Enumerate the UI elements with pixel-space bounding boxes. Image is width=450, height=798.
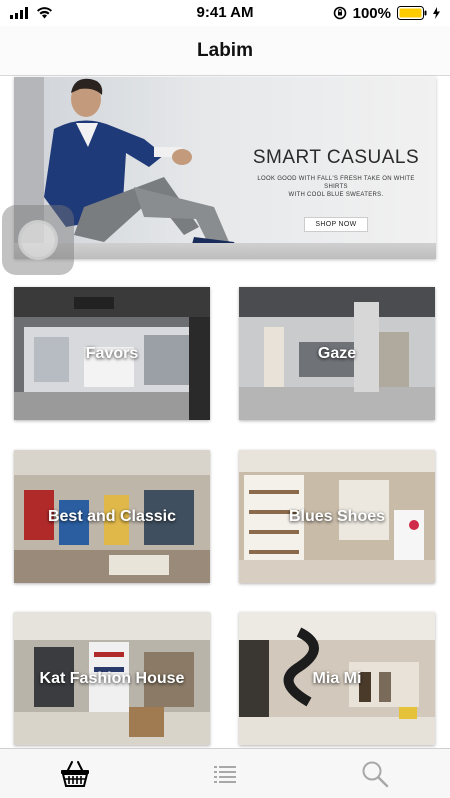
- charging-icon: [433, 7, 440, 19]
- store-card-blues-shoes[interactable]: Blues Shoes: [239, 450, 435, 583]
- tab-stores[interactable]: [45, 754, 105, 794]
- battery-icon: [397, 6, 427, 20]
- store-card-best-and-classic[interactable]: Best and Classic: [14, 450, 210, 583]
- signal-icon: [10, 7, 28, 19]
- banner-subtitle: LOOK GOOD WITH FALL'S FRESH TAKE ON WHIT…: [246, 175, 426, 199]
- banner-floor: [14, 243, 436, 259]
- banner-title: SMART CASUALS: [252, 147, 420, 168]
- assistive-touch-button[interactable]: [2, 205, 74, 275]
- status-left: [10, 7, 53, 19]
- shop-now-button[interactable]: SHOP NOW: [304, 217, 368, 232]
- store-name: Gaze: [317, 344, 357, 362]
- store-card-kat-fashion-house[interactable]: Kat Fashion House: [14, 612, 210, 745]
- status-right: 100%: [333, 5, 440, 22]
- store-name: Blues Shoes: [288, 507, 386, 525]
- tab-bar: [0, 748, 450, 798]
- store-name: Best and Classic: [47, 507, 177, 525]
- promo-banner[interactable]: SMART CASUALS LOOK GOOD WITH FALL'S FRES…: [14, 77, 436, 259]
- search-icon: [362, 761, 389, 787]
- battery-percent: 100%: [352, 4, 391, 22]
- tab-search[interactable]: [345, 754, 405, 794]
- assistive-touch-icon: [18, 220, 58, 260]
- banner-subtitle-line2: WITH COOL BLUE SWEATERS.: [288, 192, 384, 198]
- banner-subtitle-line1: LOOK GOOD WITH FALL'S FRESH TAKE ON WHIT…: [257, 176, 415, 190]
- store-card-gaze[interactable]: Gaze: [239, 287, 435, 420]
- store-name: Mia Mi: [312, 669, 362, 687]
- wifi-icon: [37, 7, 52, 19]
- banner-text: SMART CASUALS LOOK GOOD WITH FALL'S FRES…: [246, 147, 426, 232]
- page-title: Labim: [197, 39, 253, 61]
- store-name: Kat Fashion House: [39, 669, 185, 687]
- rotation-lock-icon: [333, 6, 346, 20]
- store-card-favors[interactable]: Favors: [14, 287, 210, 420]
- basket-icon: [61, 760, 89, 787]
- nav-bar: Labim: [0, 26, 450, 76]
- list-icon: [214, 765, 236, 783]
- store-card-mia-mi[interactable]: Mia Mi: [239, 612, 435, 745]
- tab-list[interactable]: [195, 754, 255, 794]
- store-name: Favors: [85, 344, 139, 362]
- status-bar: 100%: [0, 0, 450, 26]
